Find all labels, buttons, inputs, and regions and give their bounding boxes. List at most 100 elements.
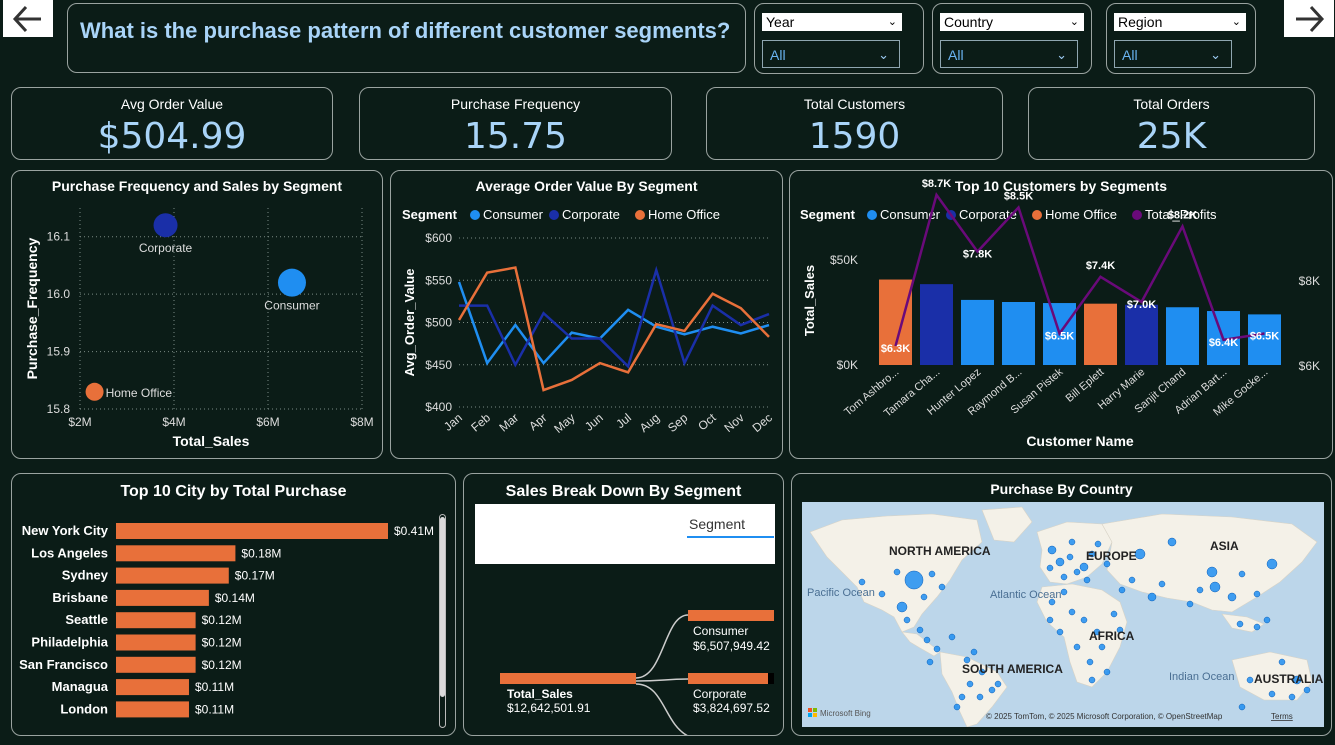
country-slicer[interactable]: Country ⌄ All ⌄ — [932, 3, 1092, 74]
map-bubble[interactable] — [1103, 668, 1111, 676]
tree-node-bar-corporate[interactable] — [688, 673, 768, 684]
map-bubble[interactable] — [904, 570, 924, 590]
map-bubble[interactable] — [970, 648, 978, 656]
map-bubble[interactable] — [1118, 586, 1126, 594]
city-chart-panel[interactable]: Top 10 City by Total Purchase New York C… — [11, 473, 456, 736]
map-bubble[interactable] — [916, 626, 924, 634]
map-bubble[interactable] — [1068, 608, 1076, 616]
combo-bar[interactable] — [1002, 302, 1035, 365]
year-slicer[interactable]: Year ⌄ All ⌄ — [754, 3, 924, 74]
map-bubble[interactable] — [1238, 703, 1246, 711]
decomposition-panel[interactable]: Sales Break Down By Segment Segment Tota… — [463, 473, 784, 736]
city-bar[interactable] — [116, 589, 209, 606]
region-slicer[interactable]: Region ⌄ All ⌄ — [1106, 3, 1256, 74]
map-bubble[interactable] — [1209, 581, 1221, 593]
combo-bar[interactable] — [1125, 304, 1158, 365]
map-bubble[interactable] — [1246, 676, 1254, 684]
map-bubble[interactable] — [1066, 553, 1074, 561]
map-bubble[interactable] — [1098, 643, 1106, 651]
map-bubble[interactable] — [1068, 538, 1076, 546]
country-slicer-header[interactable]: Country ⌄ — [940, 13, 1084, 31]
combo-bar[interactable] — [920, 284, 953, 365]
line-chart-panel[interactable]: Average Order Value By Segment Segment Co… — [390, 170, 783, 459]
map-bubble[interactable] — [953, 703, 961, 711]
city-bar[interactable] — [116, 612, 196, 629]
line-legend-label[interactable]: Home Office — [648, 207, 720, 222]
scatter-chart-panel[interactable]: Purchase Frequency and Sales by Segment … — [11, 170, 383, 459]
map-bubble[interactable] — [1303, 686, 1311, 694]
map-bubble[interactable] — [1047, 545, 1057, 555]
map-bubble[interactable] — [1046, 616, 1054, 624]
city-bar[interactable] — [116, 567, 229, 584]
map-bubble[interactable] — [958, 693, 966, 701]
scatter-point[interactable] — [277, 268, 306, 297]
map-bubble[interactable] — [933, 645, 941, 653]
combo-chart[interactable]: Segment Consumer Corporate Home Office Total… — [790, 171, 1332, 458]
map-bubble[interactable] — [903, 616, 911, 624]
map-bubble[interactable] — [1186, 600, 1194, 608]
map-bubble[interactable] — [1046, 564, 1054, 572]
combo-legend-marker[interactable] — [1132, 210, 1142, 220]
year-dropdown[interactable]: All ⌄ — [762, 40, 900, 68]
region-slicer-header[interactable]: Region ⌄ — [1114, 13, 1246, 31]
map-bubble[interactable] — [1055, 557, 1065, 567]
map-bubble[interactable] — [1094, 540, 1102, 548]
line-legend-label[interactable]: Corporate — [562, 207, 620, 222]
combo-chart-panel[interactable]: Top 10 Customers by Segments Segment Cons… — [789, 170, 1333, 459]
city-bar-chart[interactable]: New York City $0.41M Los Angeles $0.18M Sydn… — [12, 474, 455, 735]
map-bubble[interactable] — [1253, 623, 1261, 631]
map-bubble[interactable] — [1110, 610, 1118, 618]
map-bubble[interactable] — [1056, 628, 1064, 636]
back-button[interactable] — [3, 0, 53, 37]
combo-legend-marker[interactable] — [1032, 210, 1042, 220]
map-bubble[interactable] — [1128, 576, 1136, 584]
map-bubble[interactable] — [1268, 690, 1276, 698]
city-bar[interactable] — [116, 545, 236, 562]
combo-bar[interactable] — [1084, 303, 1117, 365]
map-bubble[interactable] — [926, 658, 934, 666]
scrollbar-track[interactable] — [439, 514, 446, 728]
city-bar[interactable] — [116, 656, 196, 673]
map-bubble[interactable] — [1073, 643, 1081, 651]
forward-button[interactable] — [1284, 0, 1334, 37]
map-bubble[interactable] — [994, 680, 1002, 688]
map-bubble[interactable] — [1238, 570, 1246, 578]
map-bubble[interactable] — [1288, 693, 1296, 701]
map-bubble[interactable] — [878, 590, 886, 598]
map-bubble[interactable] — [1073, 568, 1081, 576]
map-bubble[interactable] — [893, 568, 901, 576]
map-bubble[interactable] — [976, 693, 984, 701]
map-bubble[interactable] — [1080, 616, 1088, 624]
city-bar[interactable] — [116, 701, 189, 718]
line-legend-label[interactable]: Consumer — [483, 207, 544, 222]
line-legend-marker[interactable] — [549, 210, 559, 220]
map-bubble[interactable] — [1236, 620, 1244, 628]
combo-legend-label[interactable]: Home Office — [1045, 207, 1117, 222]
combo-bar[interactable] — [1166, 307, 1199, 365]
map-panel[interactable]: Purchase By Country NORTH AMERICA EUROPE… — [791, 473, 1332, 736]
map-bubble[interactable] — [928, 570, 936, 578]
year-slicer-header[interactable]: Year ⌄ — [762, 13, 902, 31]
line-series[interactable] — [459, 265, 770, 369]
map-terms-link[interactable]: Terms — [1271, 712, 1293, 721]
map-bubble[interactable] — [938, 583, 946, 591]
map-bubble[interactable] — [1253, 590, 1261, 598]
line-legend-marker[interactable] — [635, 210, 645, 220]
scatter-point[interactable] — [85, 382, 104, 401]
map-bubble[interactable] — [1206, 566, 1218, 578]
map-bubble[interactable] — [1227, 592, 1237, 602]
map-bubble[interactable] — [1158, 580, 1166, 588]
map-bubble[interactable] — [1196, 586, 1204, 594]
map-bubble[interactable] — [1167, 537, 1177, 547]
map-bubble[interactable] — [1147, 592, 1157, 602]
map-bubble[interactable] — [1060, 588, 1068, 596]
tree-root-bar[interactable] — [500, 673, 636, 684]
world-map[interactable]: NORTH AMERICA EUROPE ASIA AFRICA SOUTH A… — [802, 502, 1324, 727]
map-bubble[interactable] — [1263, 616, 1271, 624]
map-bubble[interactable] — [858, 578, 866, 586]
map-bubble[interactable] — [1083, 576, 1091, 584]
country-dropdown[interactable]: All ⌄ — [940, 40, 1078, 68]
map-bubble[interactable] — [1278, 658, 1286, 666]
scrollbar-thumb[interactable] — [440, 517, 445, 697]
map-bubble[interactable] — [920, 593, 928, 601]
